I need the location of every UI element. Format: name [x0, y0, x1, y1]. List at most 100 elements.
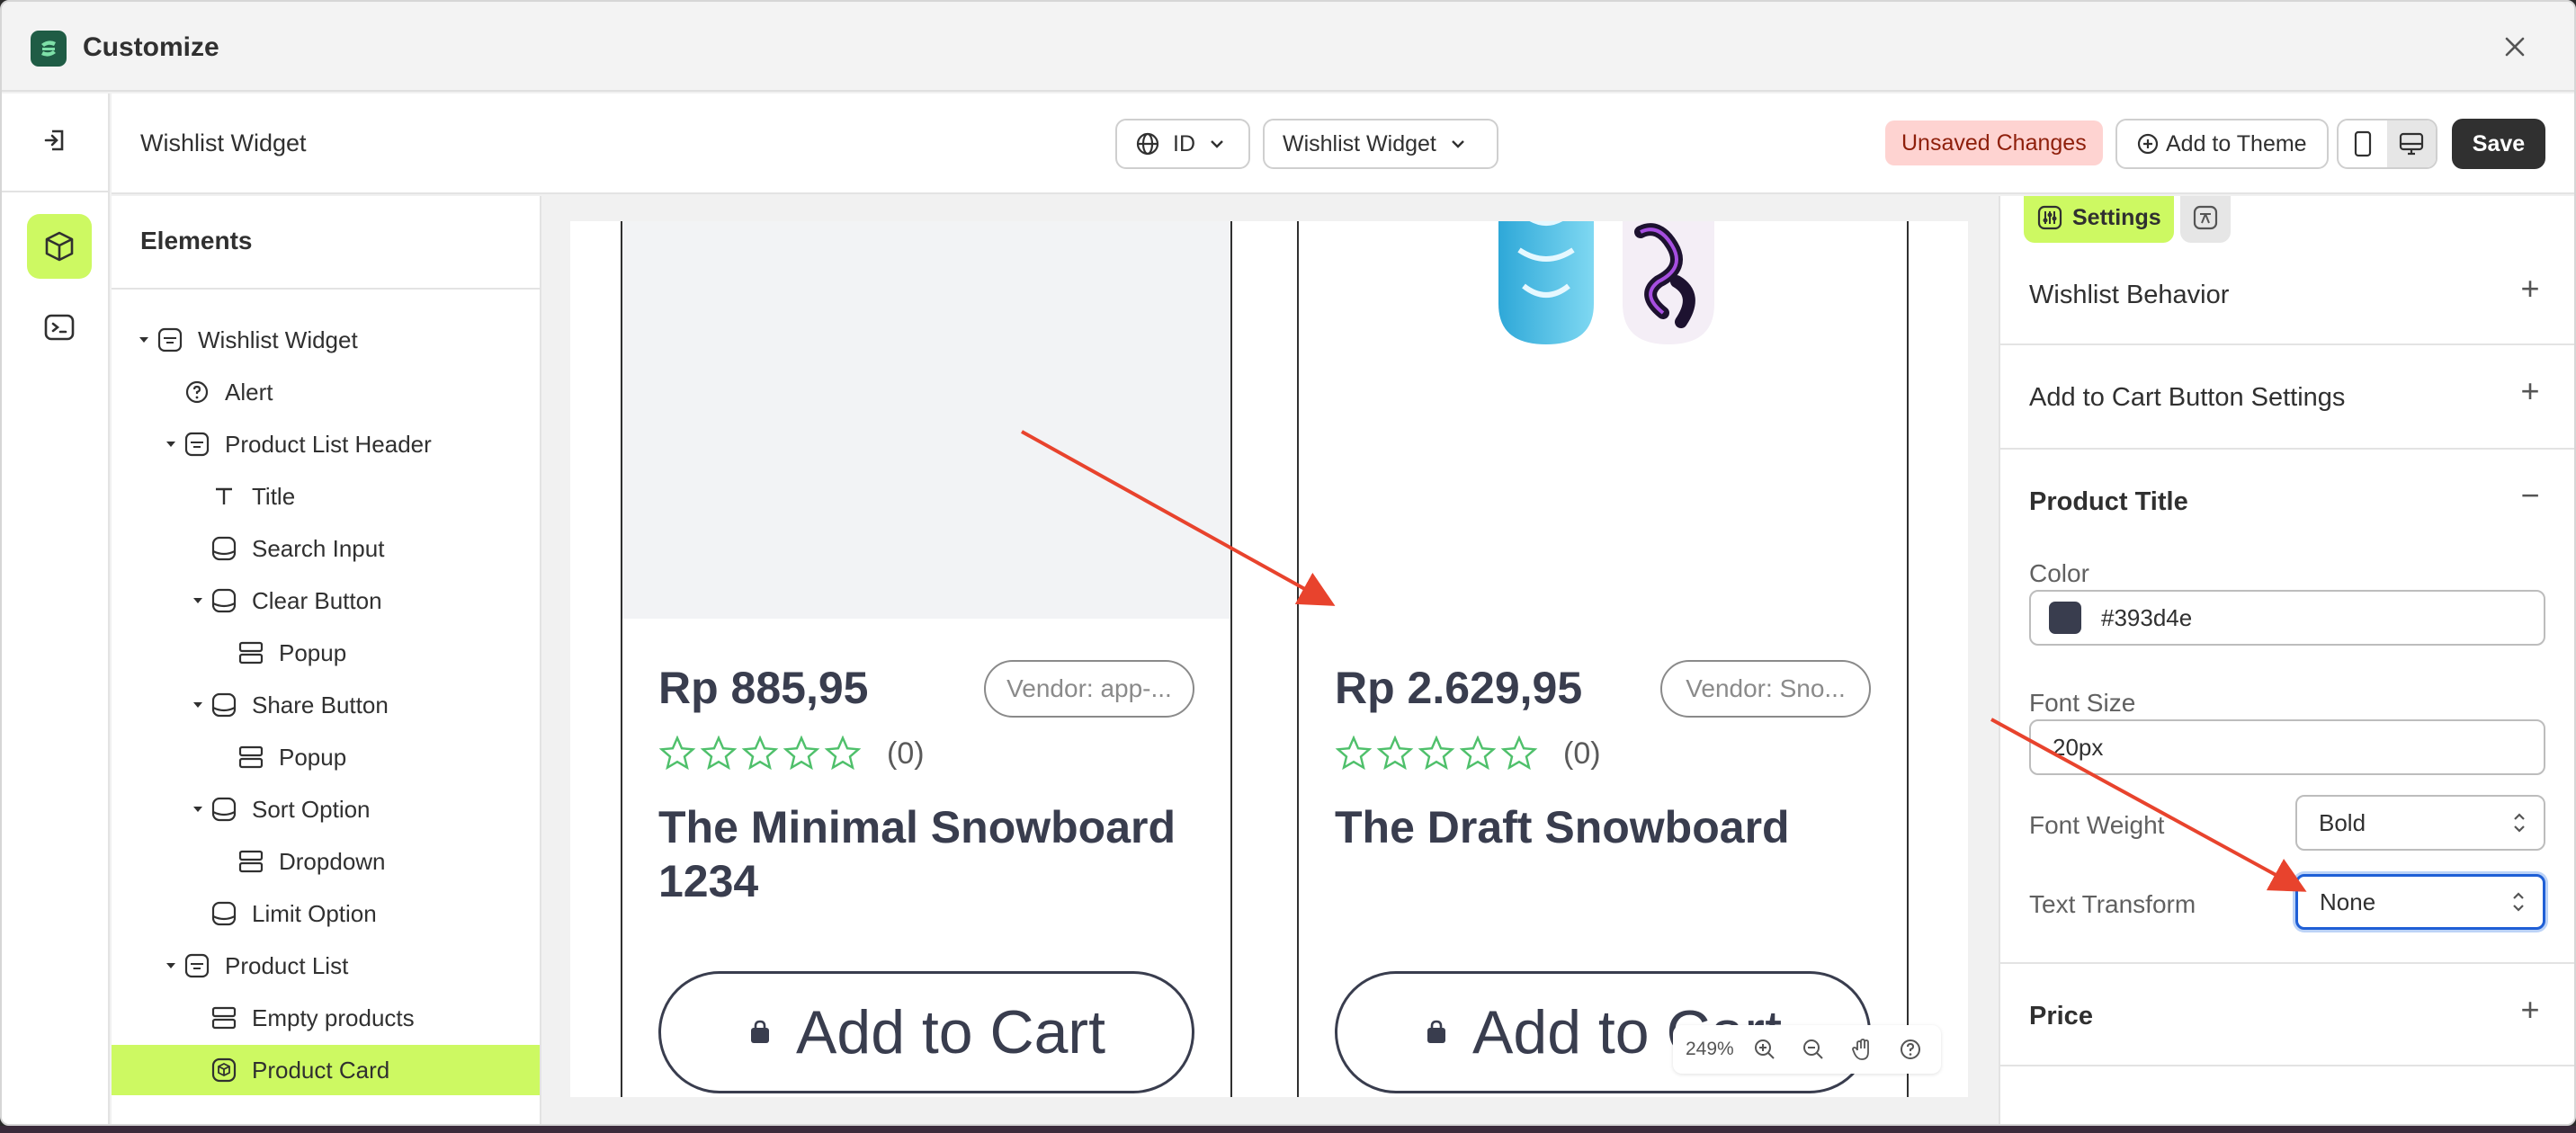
- tree-item-label: Alert: [225, 378, 273, 406]
- chevron-down-icon: [1452, 140, 1464, 148]
- product-card[interactable]: Rp 2.629,95 Vendor: Sno... (0) The Draft…: [1297, 221, 1909, 1097]
- color-label: Color: [2029, 559, 2089, 587]
- hand-pan-icon[interactable]: [1844, 1031, 1880, 1067]
- desktop-view-icon[interactable]: [2387, 120, 2436, 167]
- collapse-minus-icon[interactable]: −: [2517, 477, 2544, 514]
- settings-tab-label: Settings: [2072, 204, 2161, 230]
- tree-item[interactable]: Empty products: [112, 993, 540, 1043]
- plus-circle-icon: [2137, 133, 2159, 155]
- add-to-theme-button[interactable]: Add to Theme: [2115, 119, 2329, 169]
- caret-down-icon[interactable]: [160, 959, 182, 972]
- style-tab-icon[interactable]: [2180, 196, 2231, 243]
- code-terminal-icon[interactable]: [27, 295, 92, 360]
- section-title: Add to Cart Button Settings: [2029, 383, 2346, 412]
- tree-item[interactable]: Product List Header: [112, 419, 540, 469]
- tree-item[interactable]: Share Button: [112, 680, 540, 730]
- help-circle-icon: [182, 377, 212, 407]
- font-weight-label: Font Weight: [2029, 811, 2165, 839]
- title-bar: Customize: [2, 2, 2574, 92]
- zoom-in-icon[interactable]: [1747, 1031, 1783, 1067]
- font-size-label: Font Size: [2029, 689, 2136, 717]
- rating-stars: (0): [658, 736, 925, 772]
- tree-item[interactable]: Sort Option: [112, 784, 540, 834]
- product-title: The Minimal Snowboard 1234: [658, 802, 1176, 906]
- font-weight-select[interactable]: Bold: [2295, 795, 2545, 851]
- exit-icon[interactable]: [41, 127, 68, 158]
- expand-plus-icon[interactable]: +: [2517, 991, 2544, 1029]
- color-input[interactable]: #393d4e: [2029, 590, 2545, 646]
- star-icon: [1500, 736, 1538, 771]
- tree-item[interactable]: Wishlist Widget: [112, 315, 540, 365]
- chevron-updown-icon: [2514, 813, 2525, 833]
- tree-item[interactable]: Popup: [112, 732, 540, 782]
- tree-item[interactable]: Product Card: [112, 1045, 540, 1095]
- tree-item-label: Wishlist Widget: [198, 326, 358, 353]
- elements-tab-cube-icon[interactable]: [27, 214, 92, 279]
- caret-down-icon[interactable]: [160, 438, 182, 451]
- rating-stars: (0): [1335, 736, 1601, 772]
- font-size-input[interactable]: 20px: [2029, 719, 2545, 775]
- add-to-cart-button[interactable]: Add to Cart: [658, 971, 1194, 1093]
- template-select[interactable]: Wishlist Widget: [1263, 119, 1498, 169]
- add-to-theme-label: Add to Theme: [2166, 130, 2307, 156]
- star-icon: [824, 736, 862, 771]
- tree-item-label: Product List: [225, 951, 349, 979]
- tree-item[interactable]: Search Input: [112, 523, 540, 574]
- editor-top-bar: Wishlist Widget ID Wishlist Widget Unsav…: [112, 94, 2574, 194]
- rating-count: (0): [1563, 736, 1601, 771]
- tree-item-label: Empty products: [252, 1004, 415, 1031]
- product-price: Rp 2.629,95: [1335, 663, 1583, 713]
- add-to-cart-settings-section[interactable]: Add to Cart Button Settings +: [2000, 345, 2574, 450]
- language-select[interactable]: ID: [1115, 119, 1250, 169]
- star-icon: [1376, 736, 1414, 771]
- tree-item-label: Product List Header: [225, 430, 432, 458]
- caret-down-icon[interactable]: [133, 334, 155, 346]
- tree-item[interactable]: Alert: [112, 367, 540, 417]
- template-value: Wishlist Widget: [1283, 130, 1436, 156]
- widget-icon: [182, 429, 212, 459]
- color-value: #393d4e: [2101, 603, 2193, 631]
- color-swatch[interactable]: [2049, 602, 2081, 634]
- star-icon: [1418, 736, 1455, 771]
- zoom-level: 249%: [1686, 1039, 1734, 1059]
- star-icon: [700, 736, 738, 771]
- elements-title: Elements: [140, 227, 253, 254]
- expand-plus-icon[interactable]: +: [2517, 372, 2544, 410]
- section-title: Wishlist Behavior: [2029, 281, 2230, 309]
- mobile-view-icon[interactable]: [2339, 120, 2387, 167]
- expand-plus-icon[interactable]: +: [2517, 270, 2544, 308]
- unsaved-changes-badge: Unsaved Changes: [1885, 120, 2103, 165]
- tree-item-label: Title: [252, 482, 296, 510]
- wishlist-behavior-section[interactable]: Wishlist Behavior +: [2000, 243, 2574, 345]
- tree-item[interactable]: Limit Option: [112, 888, 540, 939]
- shopping-bag-icon: [751, 1020, 770, 1043]
- price-section[interactable]: Price +: [2000, 964, 2574, 1066]
- widget-icon: [155, 325, 185, 355]
- settings-tab[interactable]: Settings: [2024, 196, 2174, 243]
- cube-block-icon: [209, 1055, 239, 1085]
- zoom-out-icon[interactable]: [1795, 1031, 1831, 1067]
- close-icon[interactable]: [2497, 29, 2533, 65]
- text-transform-select[interactable]: None: [2295, 874, 2545, 930]
- caret-down-icon[interactable]: [187, 699, 209, 711]
- caret-down-icon[interactable]: [187, 594, 209, 607]
- tree-item-label: Limit Option: [252, 899, 377, 927]
- block-icon: [209, 585, 239, 616]
- preview-stage: Rp 885,95 Vendor: app-... (0) The Minima…: [570, 221, 1968, 1097]
- tree-item[interactable]: Clear Button: [112, 575, 540, 626]
- tree-item[interactable]: Title: [112, 471, 540, 522]
- sliders-icon: [2037, 205, 2062, 230]
- save-button[interactable]: Save: [2452, 119, 2545, 169]
- tree-item[interactable]: Popup: [112, 628, 540, 678]
- star-icon: [1459, 736, 1497, 771]
- product-card[interactable]: Rp 885,95 Vendor: app-... (0) The Minima…: [621, 221, 1232, 1097]
- rows-icon: [236, 638, 266, 668]
- tree-item[interactable]: Product List: [112, 941, 540, 991]
- tree-item-label: Product Card: [252, 1056, 390, 1084]
- caret-down-icon[interactable]: [187, 803, 209, 816]
- tree-item[interactable]: Dropdown: [112, 836, 540, 887]
- help-icon[interactable]: [1892, 1031, 1928, 1067]
- block-icon: [209, 794, 239, 825]
- settings-panel: Settings Wishlist Behavior + Add to Cart…: [1999, 196, 2574, 1124]
- product-image: [622, 221, 1230, 619]
